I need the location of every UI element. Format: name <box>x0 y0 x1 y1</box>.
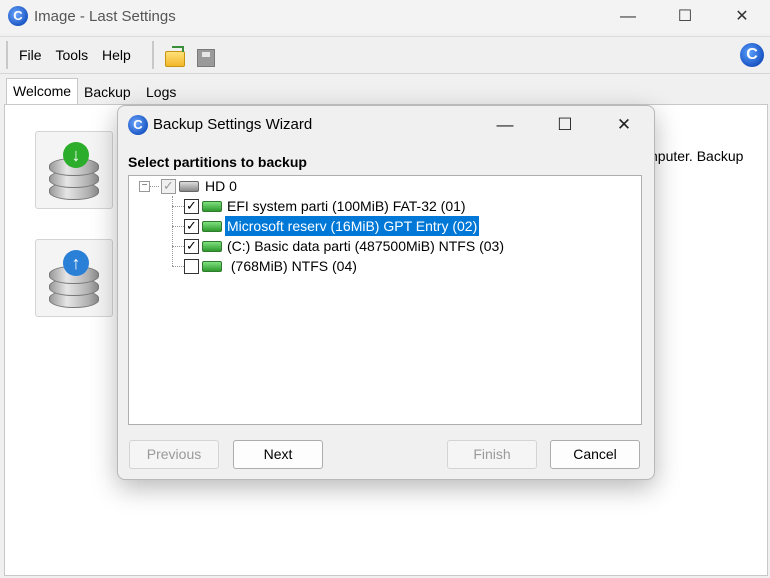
partition-04-checkbox[interactable] <box>184 259 199 274</box>
menu-tools[interactable]: Tools <box>50 41 93 69</box>
tab-logs[interactable]: Logs <box>142 80 180 104</box>
partition-04-label: (768MiB) NTFS (04) <box>227 258 357 274</box>
backup-button[interactable]: ↑ <box>35 239 113 317</box>
cancel-button[interactable]: Cancel <box>550 440 640 469</box>
backup-settings-wizard-dialog: C Backup Settings Wizard — ☐ ✕ Select pa… <box>117 105 655 480</box>
next-button[interactable]: Next <box>233 440 323 469</box>
maximize-button[interactable]: ☐ <box>657 0 713 34</box>
partition-01-checkbox[interactable]: ✓ <box>184 199 199 214</box>
partition-02-label: Microsoft reserv (16MiB) GPT Entry (02) <box>223 215 481 237</box>
save-disk-icon <box>196 49 215 67</box>
partition-icon <box>202 221 222 232</box>
section-label: Select partitions to backup <box>128 154 307 170</box>
open-folder-icon <box>165 46 185 67</box>
menu-file[interactable]: File <box>14 41 47 69</box>
partition-01-label: EFI system parti (100MiB) FAT-32 (01) <box>227 198 466 214</box>
menu-group: File Tools Help <box>6 41 136 69</box>
title-bar: C Image - Last Settings — ☐ ✕ <box>0 0 770 34</box>
backup-database-icon: ↑ <box>49 250 99 308</box>
menu-bar: File Tools Help C <box>0 36 770 74</box>
partition-03-checkbox[interactable]: ✓ <box>184 239 199 254</box>
app-icon: C <box>8 6 28 26</box>
restore-database-icon: ↓ <box>49 142 99 200</box>
tree-node-partition-01[interactable]: ✓ EFI system parti (100MiB) FAT-32 (01) <box>129 196 629 216</box>
tree-node-partition-02[interactable]: ✓ Microsoft reserv (16MiB) GPT Entry (02… <box>129 215 629 237</box>
tree-node-partition-03[interactable]: ✓ (C:) Basic data parti (487500MiB) NTFS… <box>129 236 629 256</box>
disk-label: HD 0 <box>205 178 237 194</box>
tab-backup[interactable]: Backup <box>80 80 135 104</box>
brand-icon[interactable]: C <box>740 43 764 67</box>
dialog-maximize-button[interactable]: ☐ <box>536 106 594 144</box>
previous-button[interactable]: Previous <box>129 440 219 469</box>
dialog-minimize-button[interactable]: — <box>476 106 534 144</box>
partition-icon <box>202 241 222 252</box>
partition-02-checkbox[interactable]: ✓ <box>184 219 199 234</box>
dialog-title-bar: C Backup Settings Wizard — ☐ ✕ <box>118 106 654 144</box>
minimize-button[interactable]: — <box>600 0 656 34</box>
toolbar <box>152 41 222 69</box>
close-button[interactable]: ✕ <box>714 0 770 34</box>
restore-button[interactable]: ↓ <box>35 131 113 209</box>
partition-icon <box>202 201 222 212</box>
dialog-app-icon: C <box>128 115 148 135</box>
menu-help[interactable]: Help <box>97 41 136 69</box>
hard-disk-icon <box>179 181 199 192</box>
collapse-expander[interactable]: − <box>139 181 150 192</box>
tree-node-disk[interactable]: − ✓ HD 0 <box>129 176 629 196</box>
partition-03-label: (C:) Basic data parti (487500MiB) NTFS (… <box>227 238 504 254</box>
open-folder-button[interactable] <box>165 44 187 67</box>
welcome-description-text: nputer. Backup <box>650 148 744 164</box>
finish-button[interactable]: Finish <box>447 440 537 469</box>
disk-checkbox[interactable]: ✓ <box>161 179 176 194</box>
window-title: Image - Last Settings <box>34 8 176 25</box>
tree-node-partition-04[interactable]: (768MiB) NTFS (04) <box>129 256 629 276</box>
dialog-title: Backup Settings Wizard <box>153 116 313 133</box>
dialog-close-button[interactable]: ✕ <box>595 106 653 144</box>
save-button[interactable] <box>196 44 219 67</box>
tab-welcome[interactable]: Welcome <box>6 78 79 106</box>
partition-icon <box>202 261 222 272</box>
partition-tree[interactable]: − ✓ HD 0 ✓ EFI system parti (100MiB) FAT… <box>128 175 642 425</box>
